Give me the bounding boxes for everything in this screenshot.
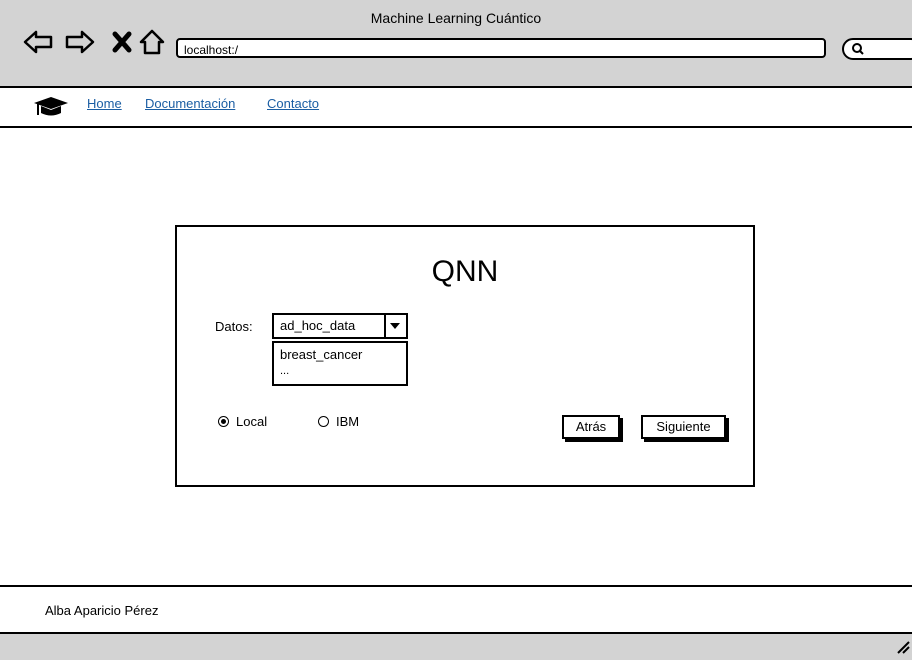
nav-link-documentacion[interactable]: Documentación: [145, 96, 235, 111]
home-icon[interactable]: [136, 28, 168, 56]
dropdown-option-breast-cancer[interactable]: breast_cancer: [280, 347, 362, 362]
select-value: ad_hoc_data: [280, 318, 356, 333]
resize-grip-icon[interactable]: [896, 640, 910, 654]
back-button[interactable]: Atrás: [562, 415, 620, 439]
footer-author: Alba Aparicio Pérez: [45, 603, 159, 618]
nav-link-home[interactable]: Home: [87, 96, 122, 111]
graduation-cap-icon: [34, 97, 68, 116]
status-bar: [0, 632, 912, 660]
radio-selected-dot: [221, 419, 226, 424]
close-icon[interactable]: [106, 28, 138, 56]
search-field[interactable]: [842, 38, 912, 60]
dropdown-toggle[interactable]: [384, 315, 406, 337]
radio-ibm-circle[interactable]: [318, 416, 329, 427]
dialog-title: QNN: [431, 255, 499, 288]
nav-link-contacto[interactable]: Contacto: [267, 96, 319, 111]
chevron-down-icon: [390, 323, 400, 329]
radio-local-label: Local: [236, 414, 268, 429]
dropdown-option-more[interactable]: ...: [280, 365, 289, 377]
radio-local-circle[interactable]: [218, 416, 229, 427]
site-navbar: [0, 88, 912, 128]
back-arrow-icon[interactable]: [22, 28, 54, 56]
url-input[interactable]: localhost:/: [176, 38, 826, 58]
datos-select[interactable]: ad_hoc_data: [272, 313, 408, 339]
forward-arrow-icon[interactable]: [64, 28, 96, 56]
radio-ibm-label: IBM: [336, 414, 360, 429]
datos-label: Datos:: [215, 319, 253, 334]
window-title: Machine Learning Cuántico: [370, 10, 542, 26]
search-icon: [852, 43, 864, 55]
datos-dropdown-list: breast_cancer ...: [272, 341, 408, 386]
footer-divider: [0, 585, 912, 587]
next-button[interactable]: Siguiente: [641, 415, 726, 439]
